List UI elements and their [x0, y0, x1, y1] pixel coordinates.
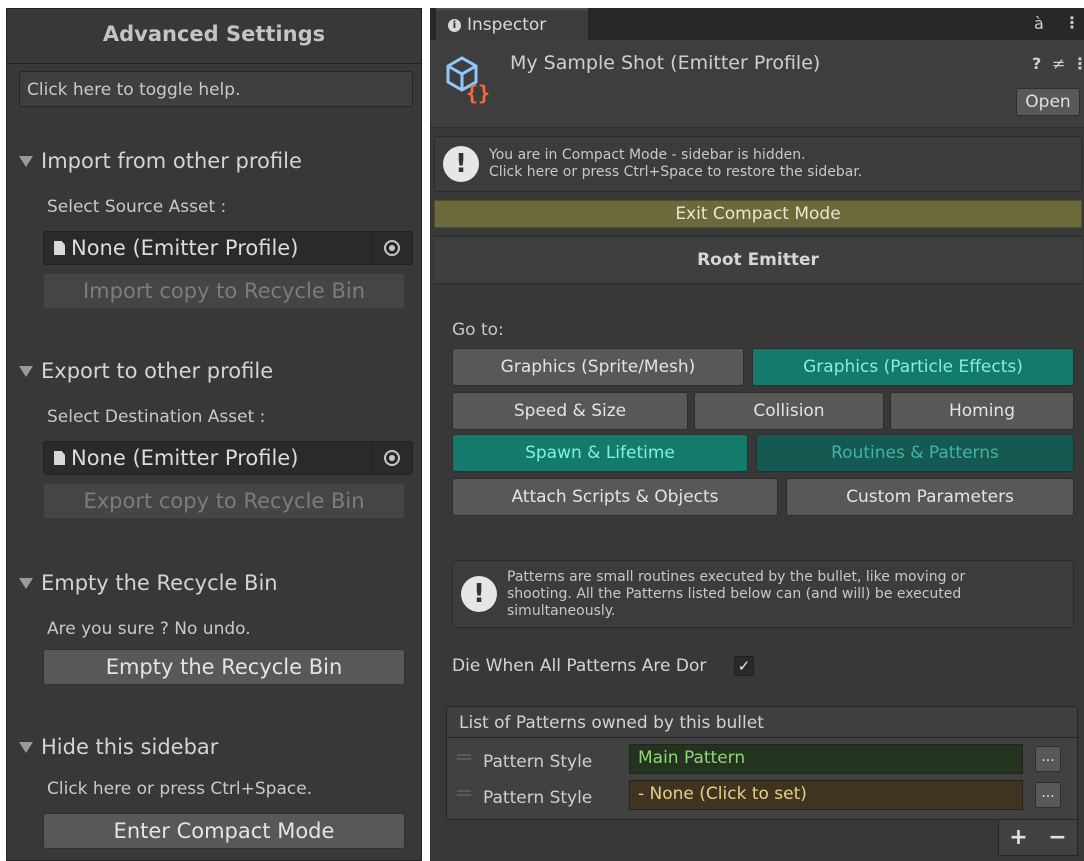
add-pattern-button[interactable]: + — [1009, 825, 1027, 850]
inspector-window: i Inspector à ⋮ {} My Sample Shot (Emitt… — [430, 8, 1084, 861]
remove-pattern-button[interactable]: − — [1048, 825, 1066, 850]
import-copy-button[interactable]: Import copy to Recycle Bin — [43, 273, 405, 309]
asset-file-icon — [54, 241, 65, 255]
info-icon: i — [448, 18, 461, 32]
export-copy-button[interactable]: Export copy to Recycle Bin — [43, 483, 405, 519]
nav-spawn-lifetime-button[interactable]: Spawn & Lifetime — [452, 434, 748, 472]
nav-attach-scripts-button[interactable]: Attach Scripts & Objects — [452, 478, 778, 516]
nav-graphics-particle-button[interactable]: Graphics (Particle Effects) — [752, 348, 1074, 386]
foldout-triangle-icon — [19, 365, 33, 377]
window-menu-icon[interactable]: ⋮ — [1064, 13, 1080, 32]
drag-handle-icon[interactable] — [457, 754, 471, 760]
empty-recycle-bin-button[interactable]: Empty the Recycle Bin — [43, 649, 405, 685]
hide-header-label: Hide this sidebar — [41, 735, 219, 759]
list-item: Pattern Style - None (Click to set) ... — [447, 780, 1079, 822]
patterns-notice-line1: Patterns are small routines executed by … — [507, 568, 966, 585]
source-asset-field[interactable]: None (Emitter Profile) — [43, 231, 413, 265]
patterns-list-header: List of Patterns owned by this bullet — [446, 706, 1078, 738]
patterns-notice-text: Patterns are small routines executed by … — [507, 569, 965, 620]
die-when-done-label: Die When All Patterns Are Dor — [452, 656, 707, 676]
asset-file-icon — [54, 451, 65, 465]
list-footer-controls: + − — [998, 820, 1078, 856]
source-asset-value: None (Emitter Profile) — [71, 236, 299, 260]
hide-section-header[interactable]: Hide this sidebar — [9, 735, 218, 759]
pattern-style-label: Pattern Style — [483, 752, 593, 772]
empty-warning-label: Are you sure ? No undo. — [47, 619, 251, 639]
nav-custom-params-button[interactable]: Custom Parameters — [786, 478, 1074, 516]
tab-bar: i Inspector à ⋮ — [430, 8, 1084, 40]
foldout-triangle-icon — [19, 577, 33, 589]
sidebar-title: Advanced Settings — [102, 22, 326, 46]
destination-asset-label: Select Destination Asset : — [47, 407, 266, 427]
object-picker-button[interactable] — [371, 442, 412, 474]
empty-section-header[interactable]: Empty the Recycle Bin — [9, 571, 278, 595]
inspector-header: {} My Sample Shot (Emitter Profile) ? ≠ … — [430, 40, 1084, 128]
target-icon — [384, 450, 400, 466]
patterns-list-body: Pattern Style Main Pattern ... Pattern S… — [446, 738, 1078, 820]
svg-text:{}: {} — [466, 81, 490, 104]
warning-icon: ! — [443, 146, 479, 182]
import-header-label: Import from other profile — [41, 149, 302, 173]
destination-asset-field[interactable]: None (Emitter Profile) — [43, 441, 413, 475]
pattern-style-field[interactable]: Main Pattern — [629, 744, 1023, 774]
export-section-header[interactable]: Export to other profile — [9, 359, 273, 383]
destination-asset-value: None (Emitter Profile) — [71, 446, 299, 470]
help-toggle-button[interactable]: Click here to toggle help. — [19, 71, 413, 107]
pattern-style-label: Pattern Style — [483, 788, 593, 808]
warning-icon: ! — [461, 576, 497, 612]
presets-icon[interactable]: ≠ — [1052, 54, 1065, 73]
empty-header-label: Empty the Recycle Bin — [41, 571, 278, 595]
foldout-triangle-icon — [19, 155, 33, 167]
target-icon — [384, 240, 400, 256]
context-menu-icon[interactable]: ⋮ — [1072, 54, 1084, 73]
nav-routines-patterns-button[interactable]: Routines & Patterns — [756, 434, 1074, 472]
pattern-select-button[interactable]: ... — [1035, 746, 1061, 772]
divider — [7, 63, 421, 64]
tab-inspector-label: Inspector — [467, 15, 547, 35]
patterns-list: List of Patterns owned by this bullet Pa… — [446, 706, 1078, 856]
import-section-header[interactable]: Import from other profile — [9, 149, 302, 173]
nav-speed-size-button[interactable]: Speed & Size — [452, 392, 688, 430]
tab-inspector[interactable]: i Inspector — [436, 8, 588, 40]
object-picker-button[interactable] — [371, 232, 412, 264]
list-item: Pattern Style Main Pattern ... — [447, 742, 1079, 782]
goto-label: Go to: — [452, 320, 504, 340]
nav-collision-button[interactable]: Collision — [694, 392, 884, 430]
die-when-done-checkbox[interactable]: ✓ — [734, 656, 754, 676]
source-asset-label: Select Source Asset : — [47, 197, 227, 217]
export-header-label: Export to other profile — [41, 359, 274, 383]
open-button[interactable]: Open — [1016, 88, 1080, 116]
compact-notice-text: You are in Compact Mode - sidebar is hid… — [489, 147, 862, 181]
enter-compact-mode-button[interactable]: Enter Compact Mode — [43, 813, 405, 849]
asset-title: My Sample Shot (Emitter Profile) — [510, 52, 821, 74]
lock-icon[interactable]: à — [1034, 14, 1044, 33]
advanced-settings-sidebar: Advanced Settings Click here to toggle h… — [6, 8, 422, 861]
drag-handle-icon[interactable] — [457, 790, 471, 796]
pattern-style-field[interactable]: - None (Click to set) — [629, 780, 1023, 810]
nav-homing-button[interactable]: Homing — [890, 392, 1074, 430]
patterns-help-notice: ! Patterns are small routines executed b… — [452, 560, 1074, 628]
foldout-triangle-icon — [19, 741, 33, 753]
patterns-notice-line3: simultaneously. — [507, 602, 616, 619]
compact-notice-line1: You are in Compact Mode - sidebar is hid… — [489, 147, 806, 163]
help-icon[interactable]: ? — [1032, 54, 1041, 73]
patterns-notice-line2: shooting. All the Patterns listed below … — [507, 585, 962, 602]
hide-hint-label: Click here or press Ctrl+Space. — [47, 779, 313, 799]
compact-mode-notice[interactable]: ! You are in Compact Mode - sidebar is h… — [434, 136, 1082, 192]
root-emitter-header[interactable]: Root Emitter — [434, 236, 1082, 284]
emitter-profile-icon: {} — [446, 56, 490, 104]
pattern-select-button[interactable]: ... — [1035, 782, 1061, 808]
compact-notice-line2: Click here or press Ctrl+Space to restor… — [489, 164, 863, 180]
exit-compact-mode-button[interactable]: Exit Compact Mode — [434, 200, 1082, 228]
nav-graphics-sprite-button[interactable]: Graphics (Sprite/Mesh) — [452, 348, 744, 386]
